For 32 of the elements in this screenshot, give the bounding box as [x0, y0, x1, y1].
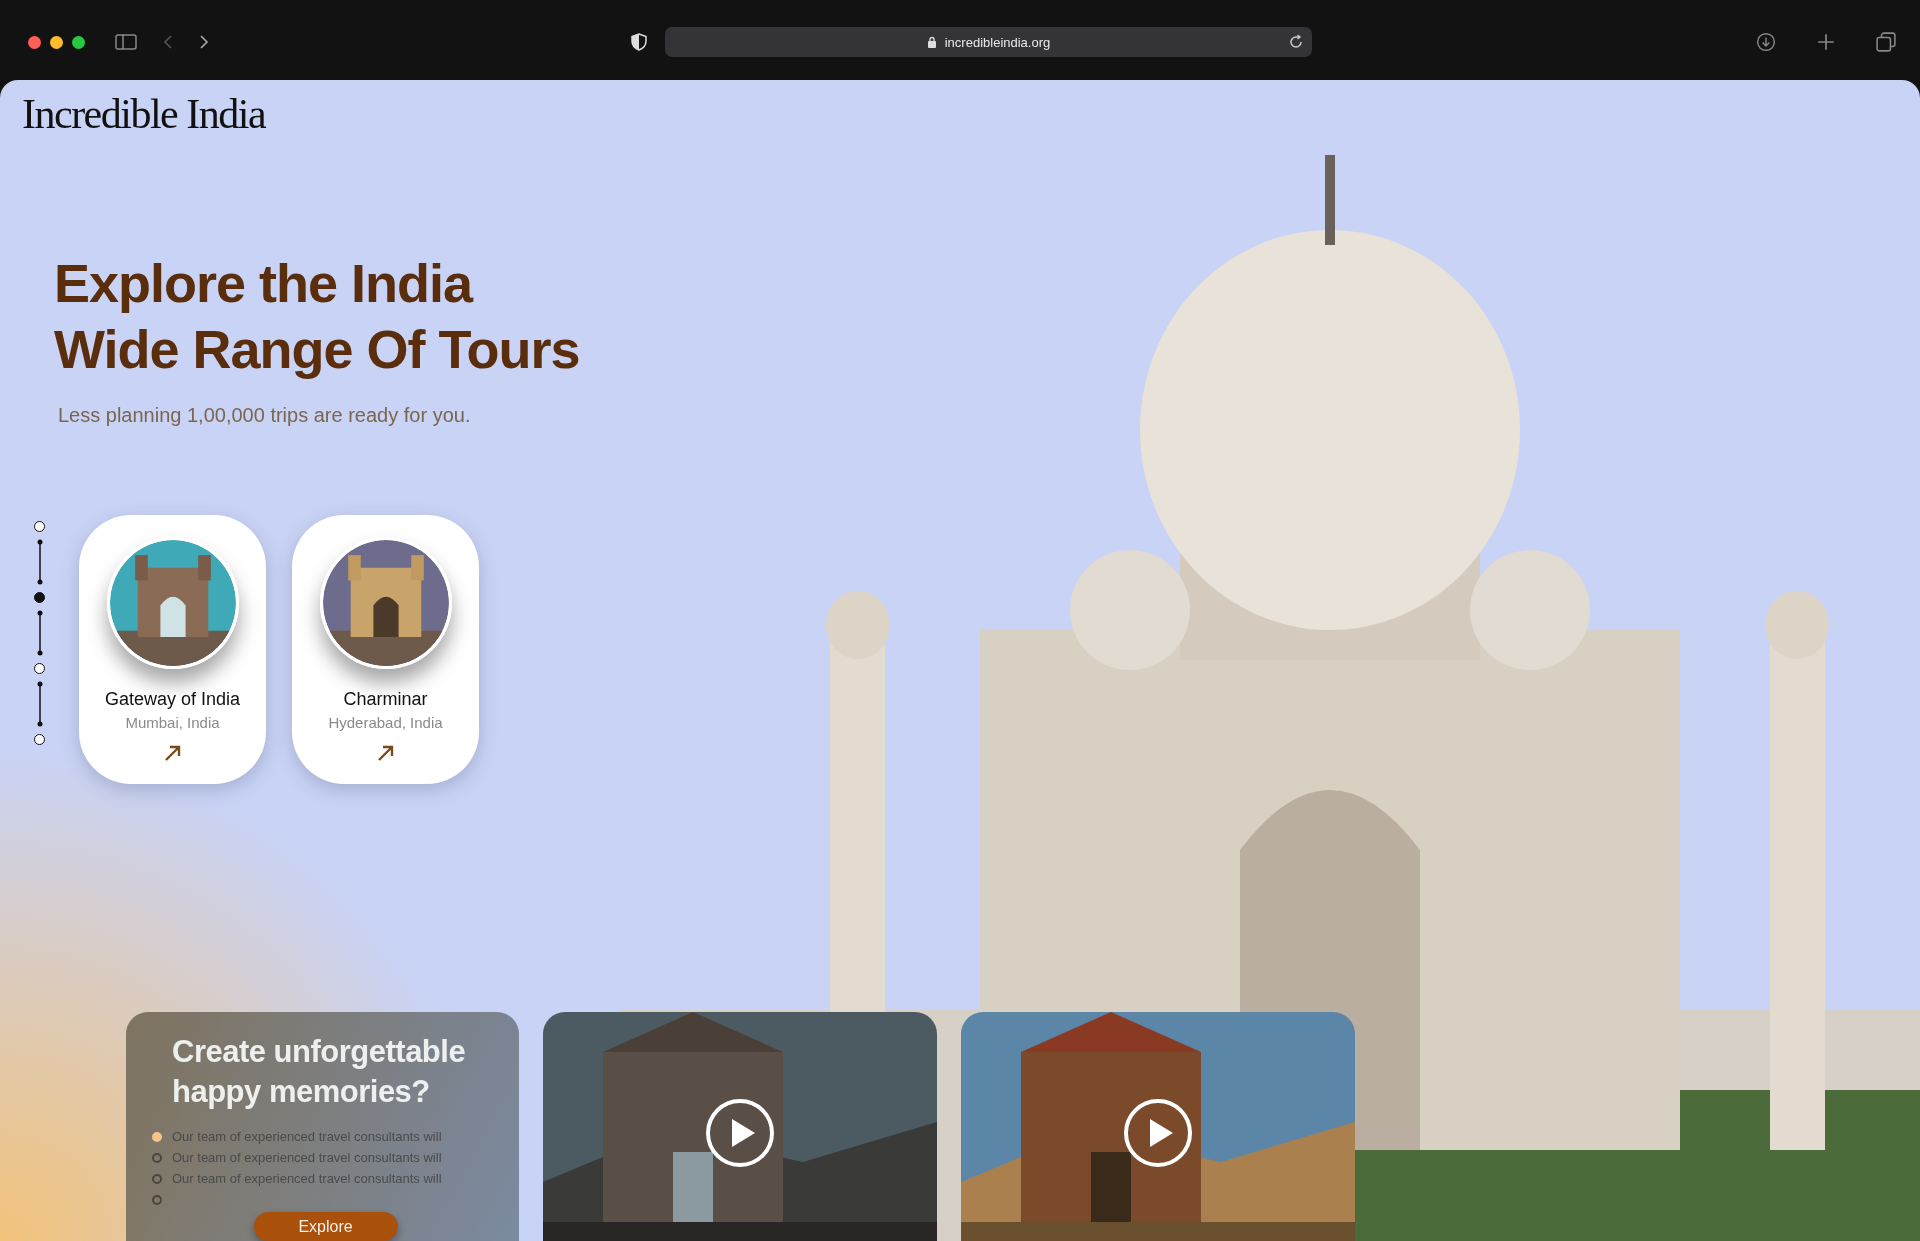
bullet-dot[interactable] [152, 1152, 162, 1163]
zoom-window-button[interactable] [72, 35, 85, 49]
step-dot[interactable] [34, 734, 45, 745]
url-text: incredibleindia.org [944, 34, 1051, 50]
bullet-dot[interactable] [152, 1194, 162, 1205]
promo-title: Create unforgettable happy memories? [172, 1033, 467, 1111]
shield-icon[interactable] [631, 33, 647, 51]
back-icon[interactable] [163, 34, 173, 50]
download-icon[interactable] [1756, 32, 1776, 52]
lock-icon [926, 36, 937, 48]
reload-icon[interactable] [1288, 34, 1304, 50]
step-dot[interactable] [34, 592, 45, 603]
new-tab-icon[interactable] [1816, 32, 1836, 52]
forward-icon[interactable] [199, 34, 209, 50]
bullet-dot[interactable] [152, 1173, 162, 1184]
destination-location: Hyderabad, India [328, 714, 443, 731]
destination-card[interactable]: Charminar Hyderabad, India [292, 515, 479, 784]
site-logo[interactable]: Incredible India [22, 90, 266, 138]
minimize-window-button[interactable] [50, 35, 63, 49]
step-dot[interactable] [34, 521, 45, 532]
destination-name: Charminar [343, 689, 428, 710]
tabs-overview-icon[interactable] [1876, 32, 1896, 52]
hero-title: Explore the India Wide Range Of Tours [54, 252, 581, 381]
step-dot[interactable] [34, 663, 45, 674]
hero-subtitle: Less planning 1,00,000 trips are ready for you. [58, 404, 472, 427]
address-bar[interactable]: incredibleindia.org [665, 27, 1312, 57]
close-window-button[interactable] [28, 35, 41, 49]
sidebar-icon[interactable] [115, 34, 137, 50]
destination-location: Mumbai, India [125, 714, 220, 731]
destination-name: Gateway of India [104, 689, 241, 710]
destination-card[interactable]: Gateway of India Mumbai, India [79, 515, 266, 784]
explore-button[interactable]: Explore [253, 1212, 398, 1241]
